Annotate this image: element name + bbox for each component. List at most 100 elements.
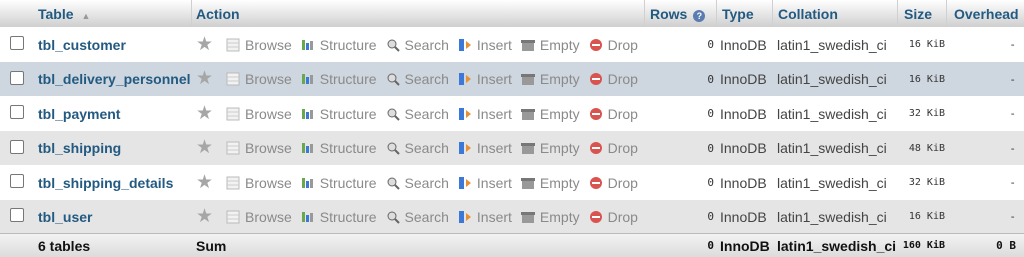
- empty-icon: [520, 140, 536, 156]
- insert-button[interactable]: Insert: [457, 106, 512, 122]
- row-count: 0: [707, 38, 714, 51]
- star-icon[interactable]: ★: [196, 138, 213, 157]
- drop-button[interactable]: Drop: [588, 106, 638, 122]
- browse-icon: [225, 140, 241, 156]
- row-checkbox[interactable]: [10, 70, 24, 88]
- row-count: 0: [707, 107, 714, 120]
- search-button[interactable]: Search: [385, 140, 449, 156]
- search-button[interactable]: Search: [385, 209, 449, 225]
- browse-icon: [225, 71, 241, 87]
- search-icon: [385, 71, 401, 87]
- total-size: 160 KiB: [902, 240, 945, 251]
- column-divider: [716, 0, 717, 27]
- type-column-header[interactable]: Type: [722, 6, 754, 22]
- empty-button[interactable]: Empty: [520, 140, 580, 156]
- overhead: -: [1009, 72, 1016, 86]
- total-rows: 0: [707, 239, 714, 252]
- drop-button[interactable]: Drop: [588, 140, 638, 156]
- star-icon[interactable]: ★: [196, 173, 213, 192]
- empty-icon: [520, 37, 536, 53]
- drop-icon: [588, 175, 604, 191]
- row-checkbox[interactable]: [10, 174, 24, 191]
- empty-button[interactable]: Empty: [520, 175, 580, 191]
- insert-icon: [457, 175, 473, 191]
- search-button[interactable]: Search: [385, 106, 449, 122]
- drop-button[interactable]: Drop: [588, 175, 638, 191]
- collation: latin1_swedish_ci: [777, 208, 887, 225]
- row-checkbox[interactable]: [10, 208, 24, 225]
- database-tables-list: Table ▲ Action Rows? Type Collation Size …: [0, 0, 1024, 257]
- structure-button[interactable]: Structure: [300, 140, 377, 156]
- row-actions: ★ Browse Structure Search Insert Empty D…: [196, 35, 646, 54]
- engine-type: InnoDB: [720, 208, 767, 225]
- structure-icon: [300, 209, 316, 225]
- insert-button[interactable]: Insert: [457, 209, 512, 225]
- browse-button[interactable]: Browse: [225, 71, 292, 87]
- empty-icon: [520, 71, 536, 87]
- empty-button[interactable]: Empty: [520, 209, 580, 225]
- browse-button[interactable]: Browse: [225, 37, 292, 53]
- drop-icon: [588, 37, 604, 53]
- structure-icon: [300, 106, 316, 122]
- search-button[interactable]: Search: [385, 71, 449, 87]
- insert-button[interactable]: Insert: [457, 37, 512, 53]
- table-name-link[interactable]: tbl_delivery_personnel: [38, 71, 191, 87]
- star-icon[interactable]: ★: [196, 207, 213, 226]
- rows-column-header[interactable]: Rows?: [650, 6, 706, 22]
- insert-button[interactable]: Insert: [457, 175, 512, 191]
- structure-icon: [300, 37, 316, 53]
- structure-button[interactable]: Structure: [300, 209, 377, 225]
- browse-icon: [225, 209, 241, 225]
- collation-column-header[interactable]: Collation: [778, 6, 838, 22]
- row-checkbox[interactable]: [10, 105, 24, 122]
- engine-type: InnoDB: [720, 140, 767, 156]
- drop-icon: [588, 106, 604, 122]
- table-size: 16 KiB: [908, 39, 945, 50]
- column-divider: [946, 0, 947, 27]
- table-name-link[interactable]: tbl_user: [38, 209, 92, 225]
- row-checkbox[interactable]: [10, 36, 24, 53]
- star-icon[interactable]: ★: [196, 69, 213, 88]
- overhead-column-header[interactable]: Overhead: [954, 6, 1019, 22]
- star-icon[interactable]: ★: [196, 35, 213, 54]
- row-count: 0: [707, 141, 714, 155]
- tables-count: 6 tables: [38, 237, 91, 254]
- drop-button[interactable]: Drop: [588, 71, 638, 87]
- table-size: 32 KiB: [908, 108, 945, 119]
- search-button[interactable]: Search: [385, 175, 449, 191]
- browse-button[interactable]: Browse: [225, 175, 292, 191]
- empty-button[interactable]: Empty: [520, 37, 580, 53]
- size-column-header[interactable]: Size: [904, 6, 932, 22]
- insert-icon: [457, 37, 473, 53]
- drop-button[interactable]: Drop: [588, 209, 638, 225]
- table-name-link[interactable]: tbl_customer: [38, 37, 126, 53]
- drop-icon: [588, 71, 604, 87]
- help-icon[interactable]: ?: [693, 9, 706, 22]
- collation: latin1_swedish_ci: [777, 140, 887, 156]
- structure-button[interactable]: Structure: [300, 106, 377, 122]
- table-name-link[interactable]: tbl_shipping_details: [38, 175, 173, 191]
- collation: latin1_swedish_ci: [777, 36, 887, 53]
- browse-button[interactable]: Browse: [225, 209, 292, 225]
- drop-button[interactable]: Drop: [588, 37, 638, 53]
- star-icon[interactable]: ★: [196, 104, 213, 123]
- empty-button[interactable]: Empty: [520, 106, 580, 122]
- insert-button[interactable]: Insert: [457, 71, 512, 87]
- table-name-link[interactable]: tbl_shipping: [38, 140, 121, 156]
- structure-button[interactable]: Structure: [300, 71, 377, 87]
- sort-by-table-link[interactable]: Table: [38, 6, 74, 22]
- browse-icon: [225, 106, 241, 122]
- row-actions: ★ Browse Structure Search Insert Empty D…: [196, 138, 646, 157]
- insert-button[interactable]: Insert: [457, 140, 512, 156]
- sum-label: Sum: [196, 237, 227, 254]
- table-name-link[interactable]: tbl_payment: [38, 106, 120, 122]
- row-checkbox[interactable]: [10, 139, 24, 157]
- empty-button[interactable]: Empty: [520, 71, 580, 87]
- structure-button[interactable]: Structure: [300, 175, 377, 191]
- browse-button[interactable]: Browse: [225, 140, 292, 156]
- table-column-header[interactable]: Table ▲: [38, 6, 90, 22]
- column-divider: [897, 0, 898, 27]
- browse-button[interactable]: Browse: [225, 106, 292, 122]
- search-button[interactable]: Search: [385, 37, 449, 53]
- structure-button[interactable]: Structure: [300, 37, 377, 53]
